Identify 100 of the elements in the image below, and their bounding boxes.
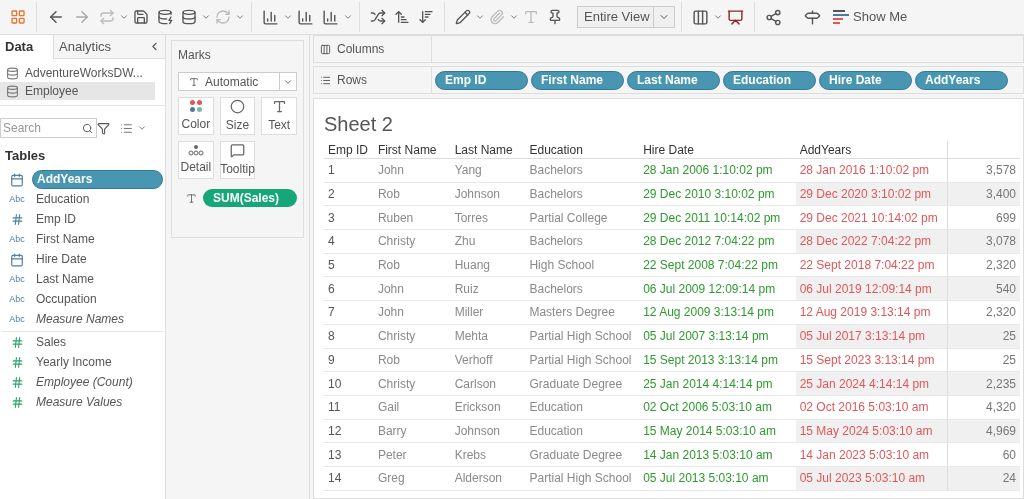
table-cell-text: 14 Jan 2023 5:03:10 am: [798, 446, 931, 464]
shapes-icon: [230, 98, 245, 114]
table-cell-text: John: [376, 304, 405, 322]
table-cell-text: 13: [327, 446, 343, 464]
field-item[interactable]: Sales: [32, 334, 163, 351]
table-cell-text: 29 Dec 2010 3:10:02 pm: [642, 186, 776, 204]
hash-icon: [10, 213, 24, 226]
paperclip-icon: [489, 9, 505, 25]
table-cell-text: 15 Sept 2023 3:13:14 pm: [798, 351, 936, 369]
caret-icon[interactable]: [201, 12, 211, 22]
caret-icon[interactable]: [137, 123, 147, 133]
caret-icon[interactable]: [509, 12, 519, 22]
table-cell-text: 5: [327, 257, 336, 275]
table-cell-text: Education: [528, 399, 584, 417]
table-cell-text: Graduate Degree: [528, 375, 624, 393]
mark-property-button[interactable]: Size: [219, 97, 256, 135]
database-icon: [6, 84, 19, 98]
column-header: Hire Date: [642, 142, 695, 158]
arrow-right-icon: [73, 8, 91, 26]
field-item[interactable]: Employee (Count): [32, 374, 163, 391]
mark-type-select[interactable]: Automatic: [178, 72, 297, 91]
table-cell-text: Christy: [376, 328, 417, 346]
mark-property-button[interactable]: Color: [178, 97, 214, 135]
table-cell-text: 14 Jan 2013 5:03:10 am: [642, 446, 774, 464]
table-cell-text: 1: [327, 162, 336, 180]
type-label: Abc: [9, 292, 25, 306]
field-item[interactable]: Measure Values: [32, 394, 163, 411]
caret-icon[interactable]: [713, 12, 723, 22]
table-cell-text: Education: [528, 422, 584, 440]
mark-property-button[interactable]: Text: [261, 97, 297, 135]
filter-icon[interactable]: [97, 121, 110, 135]
table-cell-text: Partial High School: [528, 351, 633, 369]
table-cell-text: Alderson: [453, 470, 504, 488]
show-me-button[interactable]: Show Me: [833, 7, 908, 27]
caret-icon[interactable]: [119, 12, 129, 22]
pencil-icon: [455, 9, 471, 25]
pane-tab[interactable]: Data: [0, 35, 53, 59]
table-cell-text: Ruiz: [453, 280, 480, 298]
table-cell-text: Ruben: [376, 209, 415, 227]
table-cell-text: Greg: [376, 470, 406, 488]
signpost-icon: [804, 8, 821, 26]
caret-icon[interactable]: [475, 12, 485, 22]
color-dots-icon: [188, 99, 203, 113]
data-source-item[interactable]: AdventureWorksDW...: [0, 64, 155, 82]
table-cell-text: Mehta: [453, 328, 489, 346]
table-cell-text: Torres: [453, 209, 489, 227]
list-view-icon[interactable]: [120, 121, 133, 135]
table-cell-text: Yang: [453, 162, 483, 180]
field-item[interactable]: Measure Names: [32, 311, 163, 328]
table-cell-text: 12 Aug 2019 3:13:14 pm: [798, 304, 932, 322]
table-cell-text: Partial College: [528, 209, 609, 227]
table-cell-text: Partial High School: [528, 470, 633, 488]
value-cell: 25: [947, 324, 1020, 348]
value-cell: 60: [947, 443, 1020, 466]
bar-chart-icon: [262, 8, 279, 26]
field-item[interactable]: Yearly Income: [32, 354, 163, 371]
field-item[interactable]: Education: [32, 191, 163, 208]
caret-icon[interactable]: [343, 12, 353, 22]
search-field[interactable]: Search: [0, 118, 97, 138]
field-item[interactable]: Emp ID: [32, 211, 163, 228]
table-cell: 05 Jul 2023 5:03:10 am: [795, 466, 948, 490]
hash-icon: [10, 336, 24, 349]
data-source-item[interactable]: Employee: [0, 82, 155, 100]
table-cell: 15 May 2024 5:03:10 am: [795, 419, 948, 443]
grid-icon: [10, 9, 26, 25]
bar-chart-icon: [297, 8, 314, 26]
mark-property-button[interactable]: Detail: [178, 141, 214, 179]
caret-icon[interactable]: [235, 12, 245, 22]
table-cell-text: Rob: [376, 257, 401, 275]
field-item[interactable]: Last Name: [32, 271, 163, 288]
view-select[interactable]: Entire View: [577, 6, 675, 28]
table-cell-text: 10: [327, 375, 343, 393]
table-cell-text: 22 Sept 2008 7:04:22 pm: [642, 257, 779, 275]
table-cell-text: Carlson: [453, 375, 497, 393]
type-label: Abc: [9, 192, 25, 206]
table-cell-text: 29 Dec 2011 10:14:02 pm: [642, 209, 782, 227]
list-icon: [320, 74, 331, 86]
value-cell: 4,320: [947, 395, 1020, 419]
value-cell: 3,078: [947, 230, 1020, 253]
pane-tab[interactable]: Analytics: [53, 35, 143, 58]
field-item[interactable]: Hire Date: [32, 251, 163, 268]
caret-icon[interactable]: [283, 12, 293, 22]
field-item[interactable]: Occupation: [32, 291, 163, 308]
field-item[interactable]: First Name: [32, 231, 163, 248]
value-cell: 4,969: [947, 419, 1020, 443]
table-cell-text: 11: [327, 399, 342, 417]
calendar-icon: [10, 252, 24, 267]
value-cell: 3,578: [947, 159, 1020, 182]
hash-icon: [10, 396, 24, 409]
table-cell-text: 25 Jan 2014 4:14:14 pm: [642, 375, 774, 393]
table-cell-text: Christy: [376, 375, 417, 393]
column-header: Education: [528, 142, 584, 158]
value-cell: 25: [947, 348, 1020, 372]
table-cell-text: 02 Oct 2006 5:03:10 am: [642, 399, 773, 417]
columns-icon: [692, 8, 709, 26]
hash-icon: [10, 376, 24, 389]
mark-property-button[interactable]: Tooltip: [219, 141, 256, 179]
table-cell-text: Masters Degree: [528, 304, 616, 322]
column-header: AddYears: [798, 142, 853, 158]
repeat-icon: [99, 9, 115, 25]
